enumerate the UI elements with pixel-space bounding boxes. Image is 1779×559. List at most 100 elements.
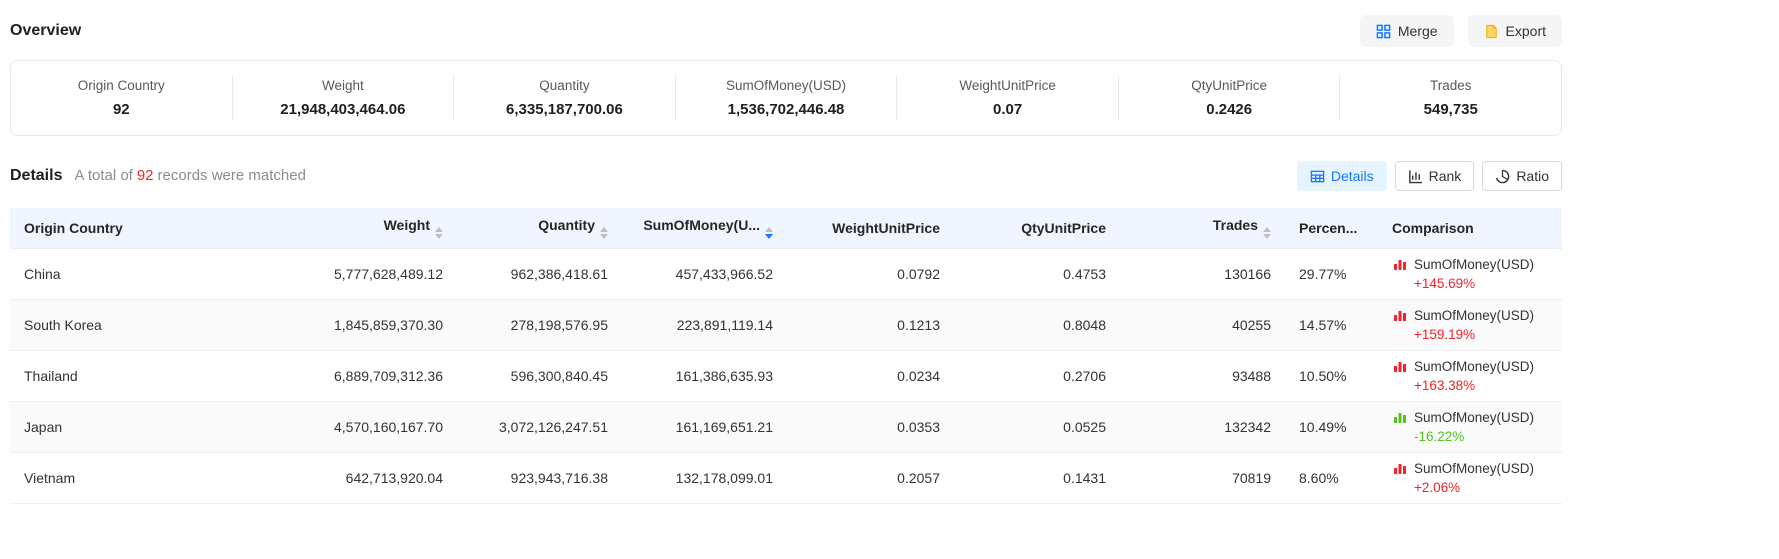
cell-trades: 130166 xyxy=(1120,248,1285,299)
cell-percentage: 10.49% xyxy=(1285,401,1378,452)
cell-sum-of-money: 457,433,966.52 xyxy=(622,248,787,299)
cell-qty-unit-price: 0.1431 xyxy=(954,452,1120,503)
stat-value: 549,735 xyxy=(1348,101,1553,118)
column-header-comparison: Comparison xyxy=(1378,208,1562,248)
stat-label: QtyUnitPrice xyxy=(1127,78,1332,93)
comparison-change: +145.69% xyxy=(1392,276,1548,291)
cell-comparison: SumOfMoney(USD) -16.22% xyxy=(1378,401,1562,452)
bar-chart-icon xyxy=(1392,256,1408,272)
cell-qty-unit-price: 0.2706 xyxy=(954,350,1120,401)
export-button[interactable]: Export xyxy=(1468,15,1562,47)
stat-label: Quantity xyxy=(462,78,667,93)
bar-chart-icon xyxy=(1392,358,1408,374)
page-title: Overview xyxy=(10,22,81,40)
cell-weight: 642,713,920.04 xyxy=(292,452,457,503)
tab-details[interactable]: Details xyxy=(1297,161,1387,191)
export-button-label: Export xyxy=(1506,23,1546,39)
cell-qty-unit-price: 0.8048 xyxy=(954,299,1120,350)
comparison-change: -16.22% xyxy=(1392,429,1548,444)
cell-origin-country: Japan xyxy=(10,401,292,452)
merge-icon xyxy=(1376,24,1391,39)
bar-chart-icon xyxy=(1392,409,1408,425)
sort-carets-icon xyxy=(435,227,443,239)
column-header-percentage: Percen... xyxy=(1285,208,1378,248)
column-header-weight-unit-price: WeightUnitPrice xyxy=(787,208,954,248)
column-label: QtyUnitPrice xyxy=(1021,220,1106,236)
merge-button[interactable]: Merge xyxy=(1360,15,1454,47)
cell-sum-of-money: 161,169,651.21 xyxy=(622,401,787,452)
stat-label: Origin Country xyxy=(19,78,224,93)
cell-origin-country: Thailand xyxy=(10,350,292,401)
page-container: Overview Merge Export Origin Country 92 … xyxy=(0,0,1562,504)
comparison-change: +2.06% xyxy=(1392,480,1548,495)
column-label: Weight xyxy=(384,217,430,233)
comparison-metric-label: SumOfMoney(USD) xyxy=(1414,308,1534,323)
stat-value: 0.07 xyxy=(905,101,1110,118)
cell-percentage: 8.60% xyxy=(1285,452,1378,503)
cell-comparison: SumOfMoney(USD) +145.69% xyxy=(1378,248,1562,299)
comparison-change: +159.19% xyxy=(1392,327,1548,342)
column-header-weight[interactable]: Weight xyxy=(292,208,457,248)
tab-rank[interactable]: Rank xyxy=(1395,161,1475,191)
column-label: Origin Country xyxy=(24,220,123,236)
stat-value: 1,536,702,446.48 xyxy=(684,101,889,118)
export-icon xyxy=(1484,24,1499,39)
cell-percentage: 14.57% xyxy=(1285,299,1378,350)
cell-quantity: 923,943,716.38 xyxy=(457,452,622,503)
column-header-quantity[interactable]: Quantity xyxy=(457,208,622,248)
stat-origin-country: Origin Country 92 xyxy=(11,76,233,120)
table-row: Japan 4,570,160,167.70 3,072,126,247.51 … xyxy=(10,401,1562,452)
stat-value: 6,335,187,700.06 xyxy=(462,101,667,118)
cell-weight: 1,845,859,370.30 xyxy=(292,299,457,350)
topbar-actions: Merge Export xyxy=(1360,15,1562,47)
cell-weight-unit-price: 0.0353 xyxy=(787,401,954,452)
cell-origin-country: South Korea xyxy=(10,299,292,350)
cell-comparison: SumOfMoney(USD) +159.19% xyxy=(1378,299,1562,350)
cell-weight: 4,570,160,167.70 xyxy=(292,401,457,452)
tab-rank-label: Rank xyxy=(1429,168,1462,184)
cell-qty-unit-price: 0.4753 xyxy=(954,248,1120,299)
ratio-pie-icon xyxy=(1495,169,1510,184)
column-label: WeightUnitPrice xyxy=(832,220,940,236)
stat-value: 0.2426 xyxy=(1127,101,1332,118)
stat-weight: Weight 21,948,403,464.06 xyxy=(233,76,455,120)
cell-quantity: 3,072,126,247.51 xyxy=(457,401,622,452)
stat-qty-unit-price: QtyUnitPrice 0.2426 xyxy=(1119,76,1341,120)
tab-details-label: Details xyxy=(1331,168,1374,184)
stat-trades: Trades 549,735 xyxy=(1340,76,1561,120)
table-row: Thailand 6,889,709,312.36 596,300,840.45… xyxy=(10,350,1562,401)
comparison-change: +163.38% xyxy=(1392,378,1548,393)
details-bar: Details A total of92records were matched… xyxy=(10,158,1562,194)
cell-trades: 93488 xyxy=(1120,350,1285,401)
cell-percentage: 10.50% xyxy=(1285,350,1378,401)
column-header-origin-country: Origin Country xyxy=(10,208,292,248)
cell-sum-of-money: 223,891,119.14 xyxy=(622,299,787,350)
cell-quantity: 962,386,418.61 xyxy=(457,248,622,299)
cell-weight-unit-price: 0.1213 xyxy=(787,299,954,350)
stat-value: 92 xyxy=(19,101,224,118)
rank-chart-icon xyxy=(1408,169,1423,184)
record-count: 92 xyxy=(133,167,158,184)
table-row: Vietnam 642,713,920.04 923,943,716.38 13… xyxy=(10,452,1562,503)
cell-weight-unit-price: 0.0234 xyxy=(787,350,954,401)
details-title: Details xyxy=(10,167,62,185)
tab-ratio-label: Ratio xyxy=(1516,168,1549,184)
cell-trades: 70819 xyxy=(1120,452,1285,503)
column-header-sum-of-money[interactable]: SumOfMoney(U... xyxy=(622,208,787,248)
stat-value: 21,948,403,464.06 xyxy=(241,101,446,118)
top-bar: Overview Merge Export xyxy=(10,10,1562,52)
stat-weight-unit-price: WeightUnitPrice 0.07 xyxy=(897,76,1119,120)
cell-origin-country: China xyxy=(10,248,292,299)
details-table: Origin Country Weight Quantity SumOfMone… xyxy=(10,208,1562,504)
cell-trades: 40255 xyxy=(1120,299,1285,350)
bar-chart-icon xyxy=(1392,460,1408,476)
table-icon xyxy=(1310,169,1325,184)
stat-label: Trades xyxy=(1348,78,1553,93)
overview-stats-box: Origin Country 92 Weight 21,948,403,464.… xyxy=(10,60,1562,136)
stat-sum-of-money: SumOfMoney(USD) 1,536,702,446.48 xyxy=(676,76,898,120)
cell-percentage: 29.77% xyxy=(1285,248,1378,299)
summary-suffix: records were matched xyxy=(158,167,306,184)
cell-comparison: SumOfMoney(USD) +163.38% xyxy=(1378,350,1562,401)
tab-ratio[interactable]: Ratio xyxy=(1482,161,1562,191)
column-header-trades[interactable]: Trades xyxy=(1120,208,1285,248)
